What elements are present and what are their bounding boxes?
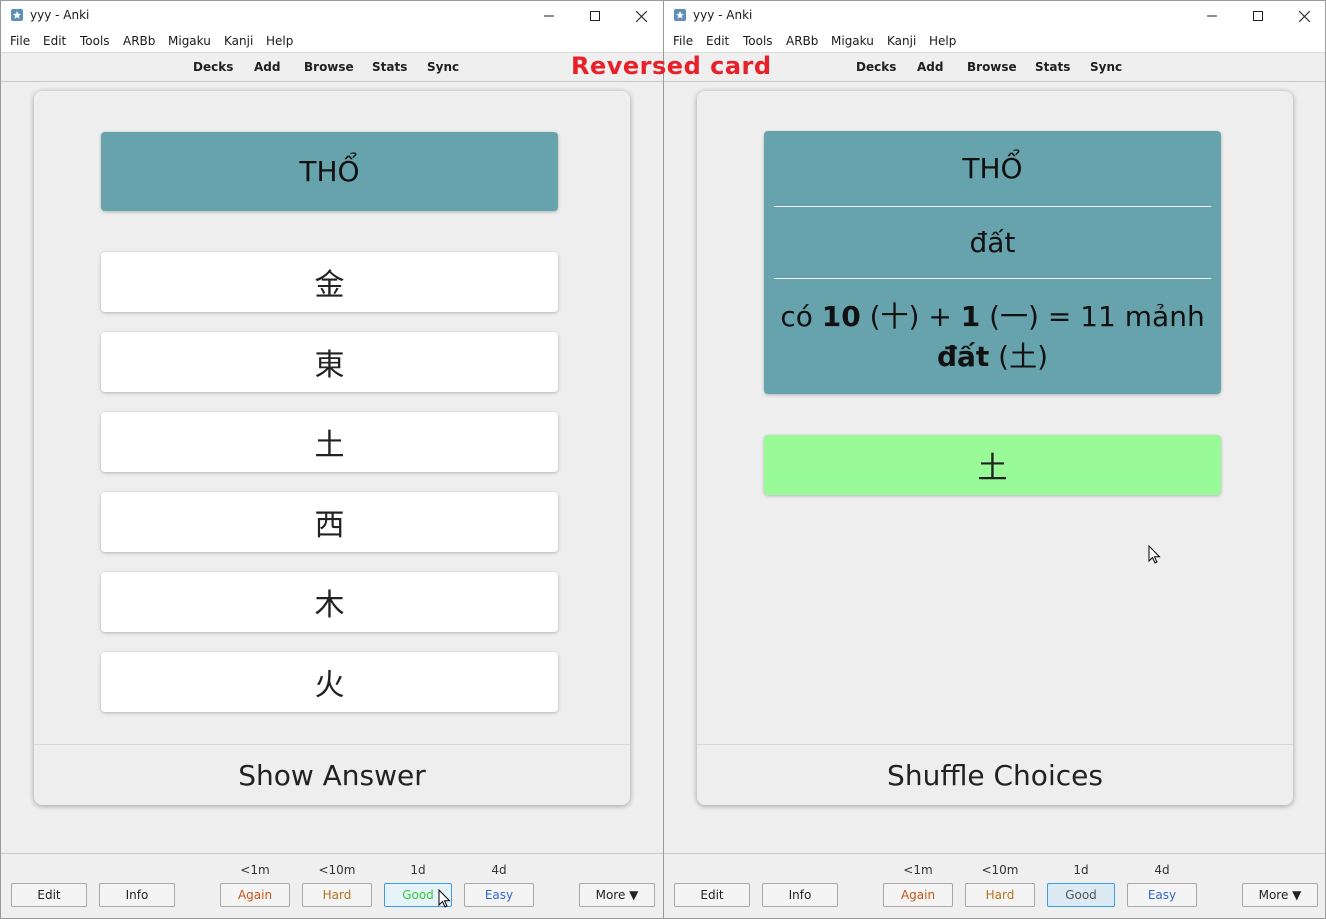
correct-answer-option[interactable]: 土 <box>764 435 1221 495</box>
mnemonic-bold: 10 <box>821 300 861 333</box>
term-text: THỔ <box>962 152 1023 185</box>
good-button[interactable]: Good <box>1047 883 1115 907</box>
answer-bar: Edit Info <1m <10m 1d 4d Again Hard Good… <box>664 853 1325 918</box>
toolbar-add[interactable]: Add <box>917 60 943 74</box>
interval-easy: 4d <box>1154 863 1170 877</box>
interval-good: 1d <box>410 863 426 877</box>
minimize-icon <box>1207 15 1217 17</box>
again-button[interactable]: Again <box>883 883 953 907</box>
close-icon <box>1298 10 1310 22</box>
toolbar-browse[interactable]: Browse <box>967 60 1017 74</box>
interval-hard: <10m <box>318 863 356 877</box>
term-box: THỔ <box>101 132 558 211</box>
info-button[interactable]: Info <box>99 883 175 907</box>
choice-option-2[interactable]: 東 <box>101 332 558 392</box>
meaning-text: đất <box>969 226 1016 259</box>
interval-again: <1m <box>903 863 933 877</box>
menu-file[interactable]: File <box>673 34 693 48</box>
menu-tools[interactable]: Tools <box>743 34 773 48</box>
maximize-button[interactable] <box>572 1 618 31</box>
minimize-button[interactable] <box>1189 1 1235 31</box>
toolbar-stats[interactable]: Stats <box>1035 60 1070 74</box>
show-answer-button[interactable]: Show Answer <box>34 744 630 805</box>
easy-button[interactable]: Easy <box>1127 883 1197 907</box>
reversed-card-annotation: Reversed card <box>571 52 772 80</box>
main-toolbar: Decks Add Browse Stats Sync <box>1 53 663 82</box>
menu-edit[interactable]: Edit <box>43 34 66 48</box>
edit-button[interactable]: Edit <box>11 883 87 907</box>
menu-arbb[interactable]: ARBb <box>786 34 818 48</box>
close-icon <box>635 10 647 22</box>
info-button[interactable]: Info <box>762 883 838 907</box>
toolbar-sync[interactable]: Sync <box>1090 60 1122 74</box>
menu-kanji[interactable]: Kanji <box>224 34 253 48</box>
shuffle-choices-label: Shuffle Choices <box>887 758 1103 792</box>
choice-option-3[interactable]: 土 <box>101 412 558 472</box>
mnemonic-part: (土) <box>989 340 1049 373</box>
menu-tools[interactable]: Tools <box>80 34 110 48</box>
shuffle-choices-button[interactable]: Shuffle Choices <box>697 744 1293 805</box>
toolbar-add[interactable]: Add <box>254 60 280 74</box>
menu-file[interactable]: File <box>10 34 30 48</box>
minimize-icon <box>544 15 554 17</box>
interval-hard: <10m <box>981 863 1019 877</box>
easy-button[interactable]: Easy <box>464 883 534 907</box>
interval-again: <1m <box>240 863 270 877</box>
again-button[interactable]: Again <box>220 883 290 907</box>
term-box: THỔ đất có 10 (十) + 1 (一) = 11 mảnh đất … <box>764 131 1221 394</box>
title-bar[interactable]: yyy - Anki <box>664 1 1325 31</box>
menu-help[interactable]: Help <box>929 34 956 48</box>
more-button[interactable]: More ▼ <box>1242 883 1318 907</box>
maximize-button[interactable] <box>1235 1 1281 31</box>
menu-bar: File Edit Tools ARBb Migaku Kanji Help <box>664 31 1325 53</box>
hard-button[interactable]: Hard <box>302 883 372 907</box>
mnemonic-part: (一) = 11 mảnh <box>980 300 1205 333</box>
minimize-button[interactable] <box>526 1 572 31</box>
mnemonic-text: có 10 (十) + 1 (一) = 11 mảnh đất (土) <box>764 279 1221 377</box>
term-text: THỔ <box>299 155 360 188</box>
maximize-icon <box>1253 11 1263 21</box>
anki-window-left: yyy - Anki File Edit Tools ARBb Migaku K… <box>0 0 664 919</box>
mnemonic-part: (十) + <box>860 300 961 333</box>
anki-app-icon <box>11 9 23 21</box>
menu-kanji[interactable]: Kanji <box>887 34 916 48</box>
close-button[interactable] <box>618 1 663 31</box>
close-button[interactable] <box>1281 1 1325 31</box>
more-button[interactable]: More ▼ <box>579 883 655 907</box>
mnemonic-bold: 1 <box>960 300 981 333</box>
toolbar-browse[interactable]: Browse <box>304 60 354 74</box>
card-panel: THỔ đất có 10 (十) + 1 (一) = 11 mảnh đất … <box>697 91 1293 805</box>
hard-button[interactable]: Hard <box>965 883 1035 907</box>
mnemonic-part: có <box>780 300 822 333</box>
maximize-icon <box>590 11 600 21</box>
choice-option-6[interactable]: 火 <box>101 652 558 712</box>
anki-app-icon <box>674 9 686 21</box>
window-title: yyy - Anki <box>30 8 90 22</box>
menu-edit[interactable]: Edit <box>706 34 729 48</box>
choice-option-5[interactable]: 木 <box>101 572 558 632</box>
choice-option-4[interactable]: 西 <box>101 492 558 552</box>
menu-help[interactable]: Help <box>266 34 293 48</box>
toolbar-decks[interactable]: Decks <box>193 60 233 74</box>
toolbar-decks[interactable]: Decks <box>856 60 896 74</box>
menu-bar: File Edit Tools ARBb Migaku Kanji Help <box>1 31 663 53</box>
card-panel: THỔ 金 東 土 西 木 火 Show Answer <box>34 91 630 805</box>
answer-bar: Edit Info <1m <10m 1d 4d Again Hard Good… <box>1 853 663 918</box>
mnemonic-bold: đất <box>936 340 990 373</box>
toolbar-stats[interactable]: Stats <box>372 60 407 74</box>
toolbar-sync[interactable]: Sync <box>427 60 459 74</box>
show-answer-label: Show Answer <box>238 758 426 792</box>
menu-migaku[interactable]: Migaku <box>168 34 211 48</box>
title-bar[interactable]: yyy - Anki <box>1 1 663 31</box>
mouse-cursor-icon <box>438 889 451 908</box>
anki-window-right: yyy - Anki File Edit Tools ARBb Migaku K… <box>663 0 1326 919</box>
interval-good: 1d <box>1073 863 1089 877</box>
interval-easy: 4d <box>491 863 507 877</box>
window-title: yyy - Anki <box>693 8 753 22</box>
choice-option-1[interactable]: 金 <box>101 252 558 312</box>
menu-migaku[interactable]: Migaku <box>831 34 874 48</box>
edit-button[interactable]: Edit <box>674 883 750 907</box>
menu-arbb[interactable]: ARBb <box>123 34 155 48</box>
mouse-cursor-icon <box>1148 545 1161 564</box>
